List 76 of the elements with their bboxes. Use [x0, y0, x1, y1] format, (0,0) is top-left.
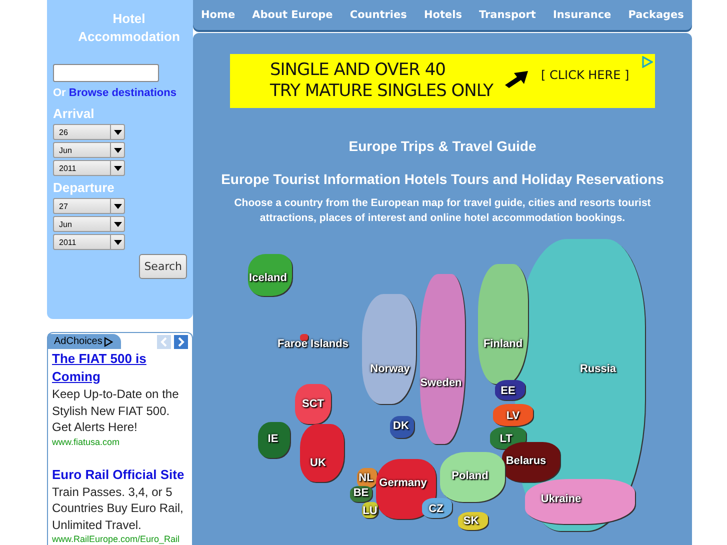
country-region[interactable] [390, 416, 414, 438]
country-region[interactable] [350, 486, 372, 502]
ad-text: Train Passes. 3,4, or 5 Countries Buy Euro Rail, Unlimited Travel. [52, 484, 184, 533]
nav-link[interactable]: Hotels [424, 9, 462, 21]
date-select[interactable]: 27 [53, 198, 125, 214]
country-region[interactable] [440, 452, 505, 502]
country-label[interactable]: Ukraine [540, 493, 582, 505]
date-select[interactable]: Jun [53, 142, 125, 158]
ad-title-link[interactable]: The FIAT 500 is Coming [52, 350, 192, 386]
banner-text: TRY MATURE SINGLES ONLY [270, 81, 493, 102]
browse-link[interactable]: Browse destinations [68, 87, 176, 99]
country-region[interactable] [258, 422, 290, 458]
country-label[interactable]: EE [500, 385, 516, 397]
nav-link[interactable]: Countries [350, 9, 407, 21]
arrival-label: Arrival [53, 106, 96, 122]
country-region[interactable] [362, 502, 378, 518]
country-label[interactable]: Iceland [249, 272, 287, 284]
country-region[interactable] [458, 512, 488, 530]
country-label[interactable]: Germany [379, 477, 427, 489]
country-label[interactable]: Russia [580, 363, 616, 375]
country-label[interactable]: UK [310, 457, 326, 469]
search-button[interactable]: Search [139, 254, 187, 279]
country-label[interactable]: DK [393, 420, 409, 432]
page-subheading: Europe Tourist Information Hotels Tours and Holiday Reservations [221, 171, 664, 187]
caret-icon [114, 204, 122, 208]
banner-text: SINGLE AND OVER 40 [270, 60, 446, 81]
ad-url: www.RailEurope.com/Euro_Rail [52, 533, 181, 545]
browse-text: Or Browse destinations [53, 86, 178, 101]
next-icon[interactable] [174, 334, 188, 348]
ad-banner[interactable]: SINGLE AND OVER 40 TRY MATURE SINGLES ONLY [ CLICK HERE ] [230, 54, 655, 108]
nav-link[interactable]: Insurance [552, 9, 612, 21]
country-label[interactable]: NL [358, 472, 374, 484]
nav-link[interactable]: Packages [628, 9, 684, 21]
country-region[interactable] [495, 380, 525, 400]
ad-text: Keep Up-to-Date on the Stylish New FIAT 500. Get Alerts Here! [52, 386, 180, 436]
play-icon [104, 336, 114, 346]
country-region[interactable] [422, 498, 452, 518]
adchoices-link[interactable]: AdChoices [48, 334, 122, 349]
nav-link[interactable]: Home [201, 9, 236, 21]
ad-title-link[interactable]: Euro Rail Official Site [52, 466, 192, 484]
click-here-text: [ CLICK HERE ] [540, 68, 630, 82]
country-label[interactable]: Belarus [506, 455, 546, 467]
country-label[interactable]: Norway [370, 363, 410, 375]
country-region[interactable] [493, 404, 533, 426]
date-select[interactable]: 2011 [53, 234, 125, 250]
country-region[interactable] [525, 479, 635, 524]
country-label[interactable]: LT [500, 433, 512, 445]
intro-text: Choose a country from the European map for travel guide, cities and resorts tourist attractions, places of interest and online hotel accommodation bookings. [233, 196, 652, 226]
panel-title: Hotel Accommodation [77, 10, 181, 46]
country-label[interactable]: SCT [302, 398, 324, 410]
caret-icon [114, 240, 122, 244]
caret-icon [114, 222, 122, 226]
country-region[interactable] [248, 254, 292, 296]
country-label[interactable]: CZ [428, 503, 444, 515]
country-region[interactable] [502, 442, 560, 482]
caret-icon [114, 166, 122, 170]
caret-icon [114, 130, 122, 134]
country-label[interactable]: Faroe Islands [278, 338, 348, 350]
destination-input[interactable] [53, 64, 159, 82]
nav-link[interactable]: About Europe [252, 9, 333, 21]
country-label[interactable]: IE [268, 433, 278, 445]
play-icon [641, 56, 653, 68]
ad-url: www.fiatusa.com [52, 436, 121, 448]
country-region[interactable] [295, 384, 331, 424]
country-region[interactable] [357, 468, 377, 488]
country-label[interactable]: Finland [483, 338, 523, 350]
date-select[interactable]: 2011 [53, 160, 125, 176]
nav-link[interactable]: Transport [479, 9, 536, 21]
date-select[interactable]: 26 [53, 124, 125, 140]
departure-label: Departure [53, 180, 116, 196]
caret-icon [114, 148, 122, 152]
country-label[interactable]: BE [353, 487, 369, 499]
date-select[interactable]: Jun [53, 216, 125, 232]
country-label[interactable]: LV [506, 410, 520, 422]
page-heading: Europe Trips & Travel Guide [348, 138, 536, 154]
country-label[interactable]: Sweden [420, 377, 462, 389]
